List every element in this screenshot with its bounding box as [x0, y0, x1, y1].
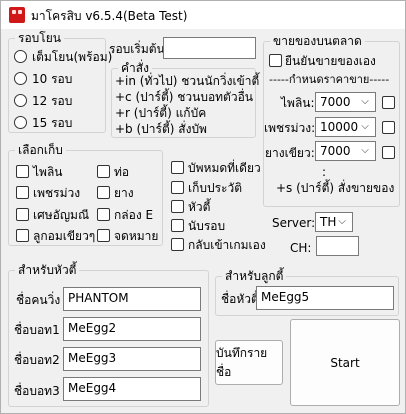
runner-name-label: ชื่อคนวิ่ง — [16, 293, 61, 307]
start-button[interactable]: Start — [290, 319, 400, 406]
collect-pipe-checkbox[interactable] — [97, 165, 110, 178]
bot1-name-label: ชื่อบอท1 — [14, 323, 60, 337]
bot2-name-input[interactable]: MeEgg3 — [63, 347, 201, 371]
collect-rubber-checkbox[interactable] — [97, 186, 110, 199]
chevron-down-icon: ⌵ — [361, 145, 369, 156]
collect-green-candy-checkbox[interactable] — [16, 229, 29, 242]
server-value: TH — [320, 215, 337, 229]
collect-amethyst-checkbox[interactable] — [16, 186, 29, 199]
collect-gem-shard-label: เศษอัญมณี — [33, 208, 90, 222]
auto-rejoin-label: กลับเข้าเกมเอง — [188, 238, 266, 252]
start-round-label: รอบเริ่มต้น — [109, 42, 165, 56]
command-line-r: +r (ปาร์ตี้) แก้บัค — [115, 106, 207, 120]
save-history-label: เก็บประวัติ — [188, 181, 243, 195]
green-rubber-sell-checkbox[interactable] — [382, 146, 395, 159]
chevron-down-icon: ⌵ — [361, 121, 369, 132]
command-line-c: +c (ปาร์ตี้) ชวนบอทตัวอื่น — [115, 90, 253, 104]
round-15-label: 15 รอบ — [32, 116, 73, 130]
runner-name-input[interactable]: PHANTOM — [63, 287, 201, 311]
collect-pipe-label: ท่อ — [114, 165, 130, 179]
price-header: -----กำหนดราคาขาย----- — [269, 73, 390, 86]
sapphire-price-label: ไพลิน: — [281, 96, 315, 110]
leader-name-label: ชื่อหัวตี้ — [221, 292, 259, 306]
round-10-radio[interactable] — [14, 72, 27, 85]
command-line-b: +b (ปาร์ตี้) สั่งบัพ — [115, 122, 207, 136]
collect-letter-checkbox[interactable] — [97, 229, 110, 242]
command-line-in: +in (ทั่วไป) ชวนนักวิ่งเข้าตี้ — [115, 74, 260, 88]
leader-legend: สำหรับหัวตี้ — [15, 263, 80, 277]
chevron-down-icon: ⌵ — [338, 216, 346, 227]
sapphire-price-select[interactable]: 7000 ⌵ — [315, 92, 376, 112]
app-icon — [9, 7, 25, 23]
round-full-radio[interactable] — [14, 50, 27, 63]
bot1-name-input[interactable]: MeEgg2 — [63, 317, 201, 341]
sell-command-note: +s (ปาร์ตี้) สั่งขายของ — [276, 181, 395, 195]
commands-legend: คำสั่ง — [118, 61, 152, 75]
collect-rubber-label: ยาง — [114, 186, 134, 200]
collect-gem-shard-checkbox[interactable] — [16, 208, 29, 221]
round-12-label: 12 รอบ — [32, 94, 73, 108]
collect-sapphire-checkbox[interactable] — [16, 165, 29, 178]
sapphire-sell-checkbox[interactable] — [382, 96, 395, 109]
server-select[interactable]: TH ⌵ — [315, 212, 353, 232]
start-round-input[interactable] — [163, 37, 256, 59]
buff-once-checkbox[interactable] — [171, 161, 184, 174]
bot3-name-label: ชื่อบอท3 — [14, 384, 60, 398]
collect-green-candy-label: ลูกอมเขียวๆ — [33, 229, 96, 243]
collect-letter-label: จดหมาย — [114, 229, 159, 243]
green-rubber-price-label: ยางเขียว: — [265, 146, 315, 160]
round-full-label: เต็มโยน(พร้อม) — [32, 50, 113, 64]
title-bar: มาโครสิบ v6.5.4(Beta Test) — [1, 1, 405, 29]
sell-legend: ขายของบนตลาด — [270, 34, 365, 48]
party-leader-label: หัวตี้ — [188, 200, 211, 214]
green-rubber-price-value: 7000 — [320, 144, 351, 158]
confirm-sell-label: ยืนยันขายของเอง — [285, 54, 376, 68]
auto-rejoin-checkbox[interactable] — [171, 238, 184, 251]
server-label: Server: — [272, 216, 316, 230]
collect-box-e-label: กล่อง E — [114, 208, 154, 222]
more-indicator: : — [322, 165, 327, 179]
amethyst-price-label: เพชรม่วง: — [264, 121, 316, 135]
amethyst-sell-checkbox[interactable] — [382, 121, 395, 134]
round-10-label: 10 รอบ — [32, 72, 73, 86]
channel-label: CH: — [290, 241, 312, 255]
app-window: มาโครสิบ v6.5.4(Beta Test) รอบโยน เต็มโย… — [0, 0, 406, 414]
collect-box-e-checkbox[interactable] — [97, 208, 110, 221]
collect-amethyst-label: เพชรม่วง — [33, 186, 81, 200]
bot3-name-input[interactable]: MeEgg4 — [63, 377, 201, 401]
channel-input[interactable] — [316, 236, 359, 256]
amethyst-price-value: 10000 — [320, 120, 359, 134]
window-title: มาโครสิบ v6.5.4(Beta Test) — [31, 9, 188, 23]
bot2-name-label: ชื่อบอท2 — [14, 353, 60, 367]
member-legend: สำหรับลูกตี้ — [222, 269, 287, 283]
chevron-down-icon: ⌵ — [361, 96, 369, 107]
leader-name-input[interactable]: MeEgg5 — [256, 286, 394, 310]
save-history-checkbox[interactable] — [171, 181, 184, 194]
collect-legend: เลือกเก็บ — [15, 143, 66, 157]
round-15-radio[interactable] — [14, 116, 27, 129]
round-group-legend: รอบโยน — [15, 31, 64, 45]
confirm-sell-checkbox[interactable] — [269, 54, 282, 67]
amethyst-price-select[interactable]: 10000 ⌵ — [315, 117, 376, 137]
party-leader-checkbox[interactable] — [171, 200, 184, 213]
count-rounds-label: นับรอบ — [188, 219, 226, 233]
round-12-radio[interactable] — [14, 94, 27, 107]
count-rounds-checkbox[interactable] — [171, 219, 184, 232]
buff-once-label: บัพหมดที่เดียว — [188, 161, 261, 175]
sapphire-price-value: 7000 — [320, 95, 351, 109]
collect-sapphire-label: ไพลิน — [33, 165, 63, 179]
save-names-button[interactable]: บันทึกรายชื่อ — [215, 340, 283, 385]
green-rubber-price-select[interactable]: 7000 ⌵ — [315, 141, 376, 161]
